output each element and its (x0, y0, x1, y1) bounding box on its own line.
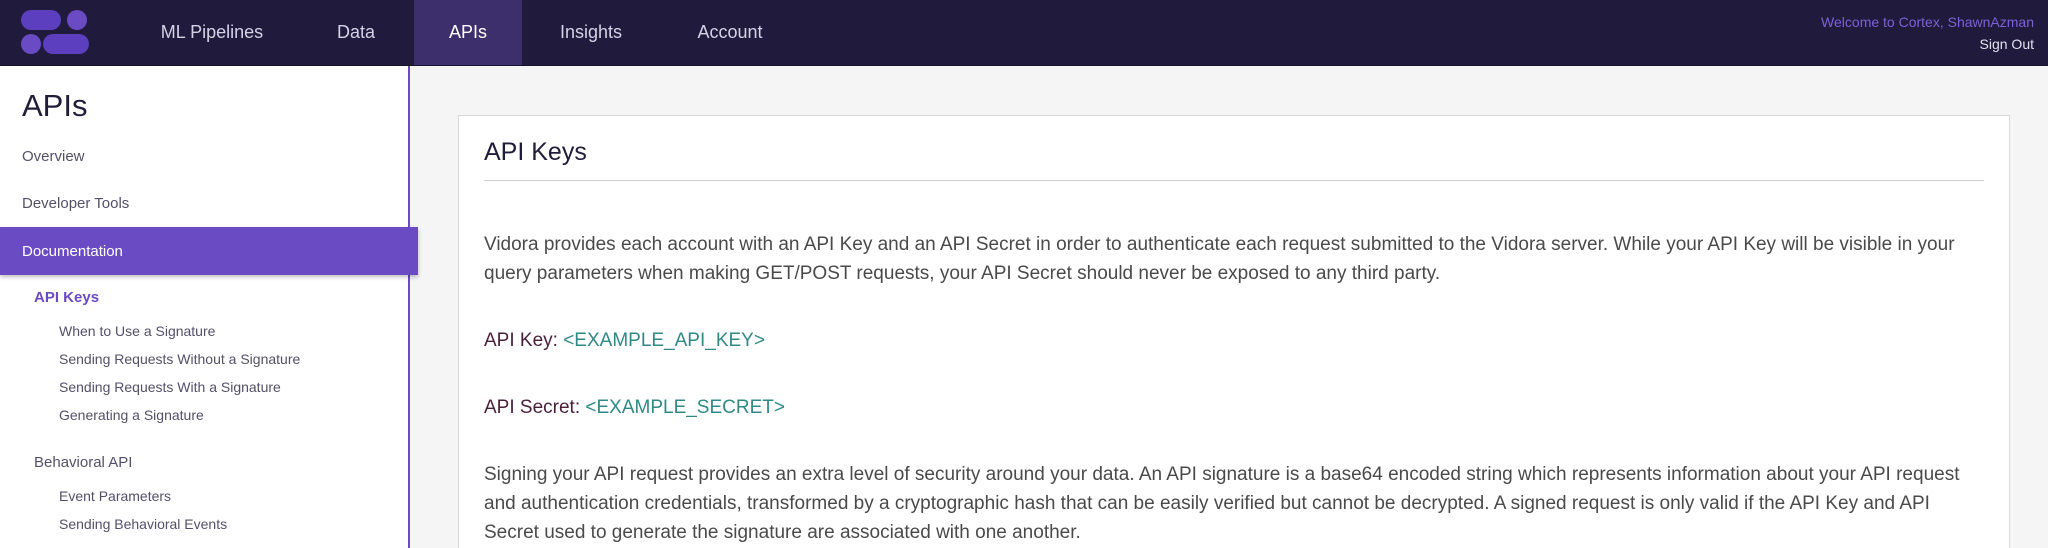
nav-apis[interactable]: APIs (414, 0, 522, 65)
sidebar-item-when-to-use-signature[interactable]: When to Use a Signature (59, 323, 215, 339)
api-secret-value[interactable]: <EXAMPLE_SECRET> (585, 397, 785, 418)
nav-insights[interactable]: Insights (548, 0, 634, 65)
cortex-logo[interactable] (21, 10, 89, 54)
api-key-label: API Key: (484, 330, 558, 351)
sidebar-item-sending-behavioral-events[interactable]: Sending Behavioral Events (59, 516, 227, 532)
sidebar-item-documentation[interactable]: Documentation (0, 227, 418, 275)
sign-out-link[interactable]: Sign Out (1980, 36, 2034, 52)
api-secret-label: API Secret: (484, 397, 581, 418)
sidebar-item-overview[interactable]: Overview (22, 148, 85, 165)
sidebar-item-sending-without-signature[interactable]: Sending Requests Without a Signature (59, 351, 300, 367)
welcome-text: Welcome to Cortex, ShawnAzman (1821, 14, 2034, 30)
top-nav-bar: ML Pipelines Data APIs Insights Account … (0, 0, 2048, 66)
sidebar-item-developer-tools[interactable]: Developer Tools (22, 195, 129, 212)
api-secret-line: API Secret: <EXAMPLE_SECRET> (484, 397, 785, 419)
nav-data[interactable]: Data (320, 0, 392, 65)
title-divider (484, 180, 1984, 181)
sidebar-item-generating-signature[interactable]: Generating a Signature (59, 407, 204, 423)
sidebar-item-event-parameters[interactable]: Event Parameters (59, 488, 171, 504)
sidebar-item-api-keys[interactable]: API Keys (34, 289, 99, 306)
intro-paragraph: Vidora provides each account with an API… (484, 234, 1955, 284)
sidebar: APIs Overview Developer Tools Documentat… (0, 66, 418, 548)
nav-ml-pipelines[interactable]: ML Pipelines (150, 0, 274, 65)
nav-account[interactable]: Account (686, 0, 774, 65)
api-key-value[interactable]: <EXAMPLE_API_KEY> (563, 330, 765, 351)
sidebar-item-sending-with-signature[interactable]: Sending Requests With a Signature (59, 379, 281, 395)
api-key-line: API Key: <EXAMPLE_API_KEY> (484, 330, 765, 352)
signing-paragraph: Signing your API request provides an ext… (484, 464, 1960, 543)
sidebar-item-label: Documentation (22, 242, 123, 260)
page-title: API Keys (484, 138, 587, 166)
sidebar-item-behavioral-api[interactable]: Behavioral API (34, 454, 132, 471)
content-card: API Keys Vidora provides each account wi… (458, 115, 2010, 548)
sidebar-title: APIs (22, 88, 88, 123)
